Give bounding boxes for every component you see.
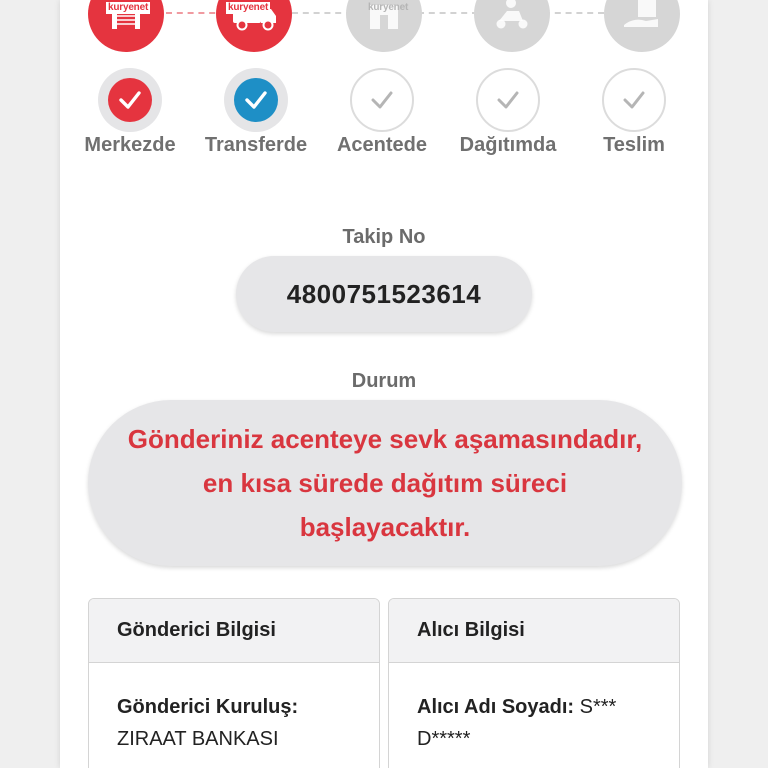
status-message-box: Gönderiniz acenteye sevk aşamasındadır, …	[88, 400, 682, 566]
tracking-page: kuryenet kuryenet kuryenet Merkezde Tran…	[60, 0, 708, 768]
check-icon	[623, 91, 645, 109]
stage-label-merkezde: Merkezde	[84, 134, 176, 156]
status-message-line: Gönderiniz acenteye sevk aşamasındadır,	[127, 424, 643, 454]
recipient-name-label: Alıcı Adı Soyadı:	[417, 696, 575, 718]
stage-connector-3	[418, 12, 478, 14]
tracking-number: 4800751523614	[236, 256, 532, 332]
stage-check-transferde	[224, 68, 288, 132]
stage-label-teslim: Teslim	[603, 134, 665, 156]
stage-label-dagitimda: Dağıtımda	[459, 134, 557, 156]
brand-logo: kuryenet	[368, 2, 409, 13]
stage-connector-2	[292, 12, 352, 14]
tracking-label: Takip No	[342, 226, 426, 248]
check-icon	[371, 91, 393, 109]
status-message: Gönderiniz acenteye sevk aşamasındadır, …	[105, 417, 665, 549]
sender-info-card: Gönderici Bilgisi Gönderici Kuruluş: ZIR…	[88, 598, 380, 768]
check-icon	[119, 91, 141, 109]
stage-label-acentede: Acentede	[336, 134, 428, 156]
status-message-line: başlayacaktır.	[299, 512, 471, 542]
recipient-info-card: Alıcı Bilgisi Alıcı Adı Soyadı: S*** D**…	[388, 598, 680, 768]
brand-logo: kuryenet	[226, 2, 271, 14]
recipient-card-body: Alıcı Adı Soyadı: S*** D*****	[389, 663, 679, 755]
sender-card-title: Gönderici Bilgisi	[89, 599, 379, 663]
stage-label-transferde: Transferde	[204, 134, 308, 156]
package-handover-icon	[604, 0, 680, 52]
stage-check-teslim	[602, 68, 666, 132]
status-label: Durum	[351, 370, 417, 392]
status-message-line: en kısa sürede dağıtım süreci	[202, 468, 568, 498]
stage-check-acentede	[350, 68, 414, 132]
sender-card-body: Gönderici Kuruluş: ZIRAAT BANKASI	[89, 663, 379, 755]
brand-logo: kuryenet	[106, 2, 151, 14]
courier-scooter-icon	[474, 0, 550, 52]
stage-check-dagitimda	[476, 68, 540, 132]
stage-connector-4	[544, 12, 604, 14]
check-icon	[245, 91, 267, 109]
sender-org-value: ZIRAAT BANKASI	[117, 728, 279, 750]
sender-org-label: Gönderici Kuruluş:	[117, 696, 299, 718]
stage-check-merkezde	[98, 68, 162, 132]
recipient-card-title: Alıcı Bilgisi	[389, 599, 679, 663]
check-icon	[497, 91, 519, 109]
